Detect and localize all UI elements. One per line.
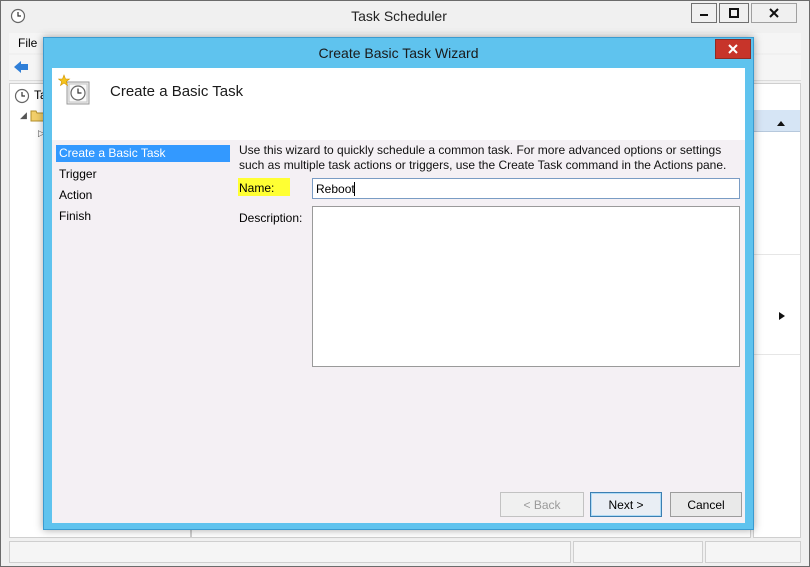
step-action[interactable]: Action [56, 187, 230, 204]
divider [754, 254, 800, 255]
status-bar [9, 541, 801, 563]
close-icon [769, 8, 779, 18]
tree-expanded-icon[interactable]: ◢ [20, 110, 27, 121]
status-cell [9, 541, 571, 563]
intro-text: Use this wizard to quickly schedule a co… [239, 143, 727, 172]
collapse-up-icon [776, 116, 786, 130]
wizard-close-button[interactable] [715, 39, 751, 59]
description-label: Description: [239, 211, 303, 225]
menu-file[interactable]: File [18, 36, 37, 50]
description-input[interactable] [312, 206, 740, 367]
maximize-button[interactable] [719, 3, 749, 23]
close-icon [728, 44, 738, 54]
wizard-content: Create a Basic Task Create a Basic Task … [52, 68, 745, 523]
step-finish[interactable]: Finish [56, 208, 230, 225]
wizard-header: Create a Basic Task [52, 68, 745, 140]
clock-icon [14, 88, 30, 107]
task-clock-icon [57, 74, 92, 108]
status-cell [705, 541, 801, 563]
next-button[interactable]: Next > [590, 492, 662, 517]
step-create-basic-task[interactable]: Create a Basic Task [56, 145, 230, 162]
wizard-body: Create a Basic Task Trigger Action Finis… [52, 140, 745, 523]
actions-header[interactable] [754, 110, 800, 132]
chevron-right-icon[interactable] [778, 310, 786, 324]
wizard-steps: Create a Basic Task Trigger Action Finis… [56, 140, 230, 523]
minimize-icon [700, 14, 708, 16]
main-window-title: Task Scheduler [351, 8, 447, 24]
back-button[interactable]: < Back [500, 492, 584, 517]
minimize-button[interactable] [691, 3, 717, 23]
cancel-button[interactable]: Cancel [670, 492, 742, 517]
name-input[interactable] [312, 178, 740, 199]
step-trigger[interactable]: Trigger [56, 166, 230, 183]
text-caret [354, 182, 355, 196]
divider [754, 354, 800, 355]
back-arrow-icon[interactable] [12, 59, 30, 78]
maximize-icon [729, 8, 739, 18]
name-label: Name: [238, 178, 290, 196]
page-title: Create a Basic Task [110, 83, 244, 100]
main-close-button[interactable] [751, 3, 797, 23]
actions-pane [753, 83, 801, 538]
main-title-bar: Task Scheduler [1, 1, 809, 31]
create-basic-task-wizard: Create Basic Task Wizard Create a Basic … [43, 37, 754, 530]
wizard-title: Create Basic Task Wizard [318, 45, 479, 61]
status-cell [573, 541, 703, 563]
